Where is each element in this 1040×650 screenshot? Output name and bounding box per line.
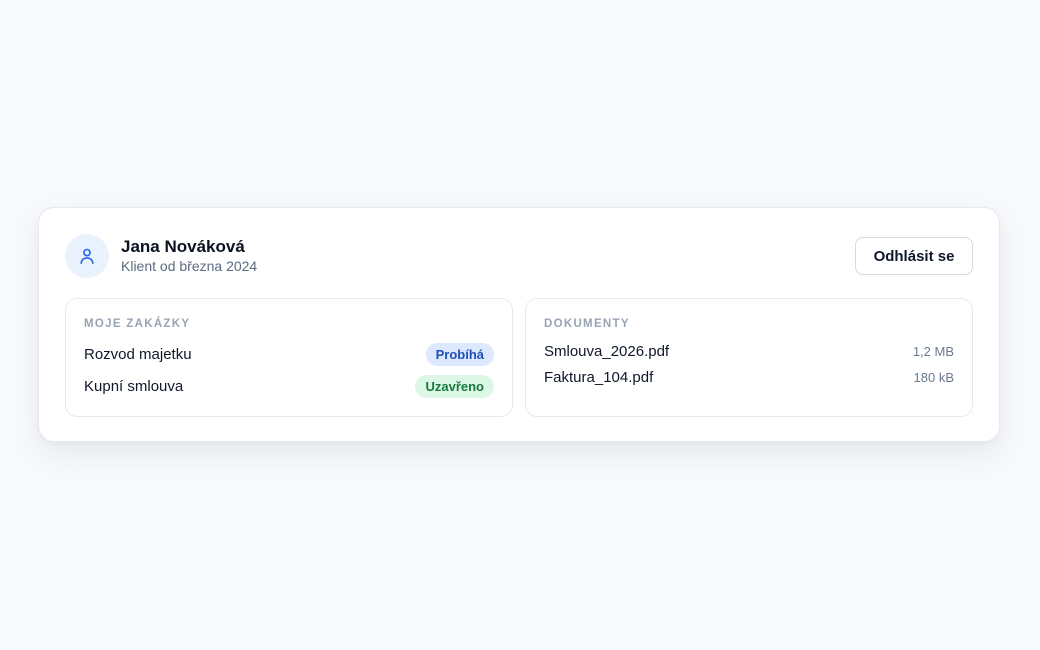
document-size: 180 kB xyxy=(913,369,954,385)
user-subtitle: Klient od března 2024 xyxy=(121,258,258,274)
card-header: Jana Nováková Klient od března 2024 Odhl… xyxy=(65,234,973,278)
document-row[interactable]: Faktura_104.pdf 180 kB xyxy=(544,368,954,386)
avatar xyxy=(65,234,109,278)
document-size: 1,2 MB xyxy=(912,343,954,359)
document-link[interactable]: Faktura_104.pdf xyxy=(544,369,653,386)
order-name: Kupní smlouva xyxy=(84,377,184,395)
user-name-block: Jana Nováková Klient od března 2024 xyxy=(121,237,257,275)
status-badge: Uzavřeno xyxy=(415,374,494,398)
user-profile: Jana Nováková Klient od března 2024 xyxy=(65,234,257,278)
orders-title: MOJE ZAKÁZKY xyxy=(84,318,191,330)
documents-title: DOKUMENTY xyxy=(544,318,630,330)
status-badge: Probíhá xyxy=(425,342,494,366)
order-name: Rozvod majetku xyxy=(84,345,192,363)
user-name: Jana Nováková xyxy=(121,237,245,256)
order-row[interactable]: Kupní smlouva Uzavřeno xyxy=(84,374,494,398)
documents-panel: DOKUMENTY Smlouva_2026.pdf 1,2 MB Faktur… xyxy=(525,298,973,417)
order-row[interactable]: Rozvod majetku Probíhá xyxy=(84,342,494,366)
logout-button[interactable]: Odhlásit se xyxy=(855,237,973,275)
user-icon xyxy=(80,248,94,264)
document-link[interactable]: Smlouva_2026.pdf xyxy=(544,343,669,360)
document-row[interactable]: Smlouva_2026.pdf 1,2 MB xyxy=(544,342,954,360)
client-card: Jana Nováková Klient od března 2024 Odhl… xyxy=(38,207,1000,442)
orders-panel: MOJE ZAKÁZKY Rozvod majetku Probíhá Kupn… xyxy=(65,298,513,417)
panels: MOJE ZAKÁZKY Rozvod majetku Probíhá Kupn… xyxy=(65,298,973,417)
